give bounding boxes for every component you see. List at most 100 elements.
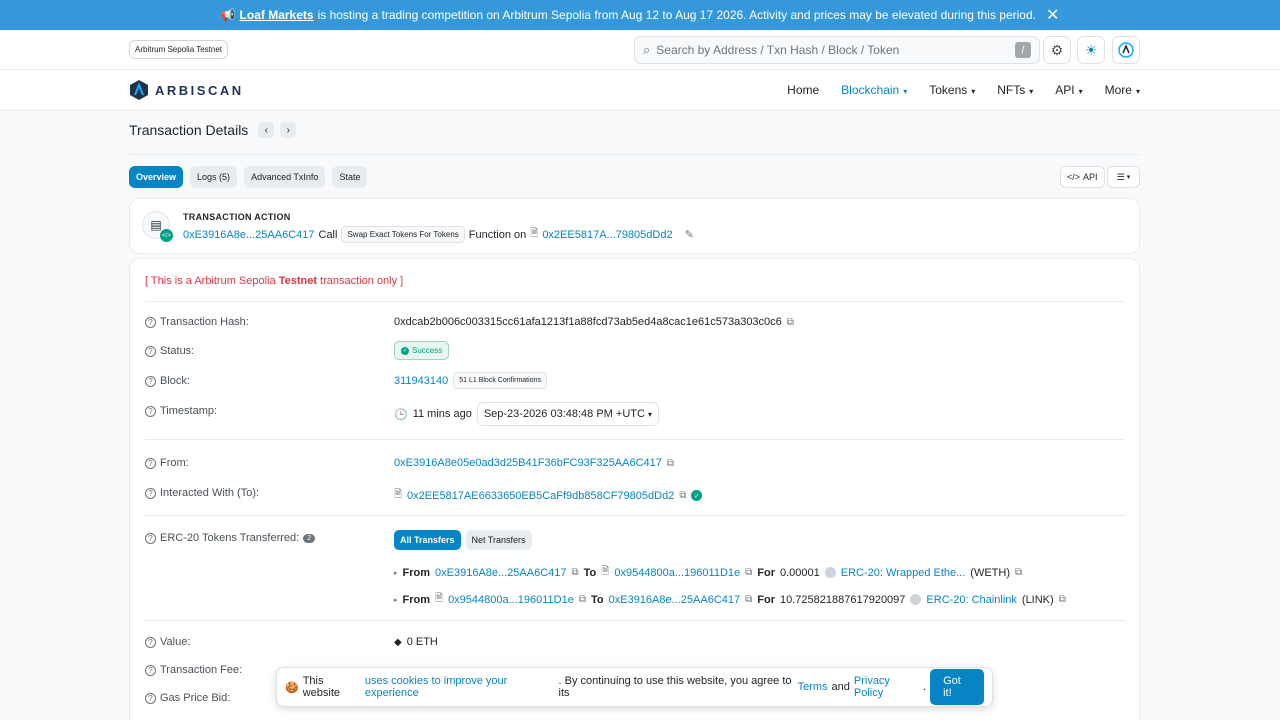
transaction-action-line: 0xE3916A8e...25AA6C417 Call Swap Exact T… — [183, 226, 694, 243]
previous-tx-button[interactable]: ‹ — [258, 122, 275, 138]
copy-icon[interactable]: ⧉ — [745, 594, 752, 605]
megaphone-icon: 📢 — [220, 8, 236, 22]
check-circle-icon: ✓ — [401, 346, 409, 355]
to-word: To — [591, 593, 604, 606]
transfer-token-symbol: (WETH) — [970, 566, 1011, 579]
edit-pencil-icon[interactable]: ✎ — [685, 228, 694, 241]
verified-check-icon: ✓ — [691, 490, 703, 501]
view-options-button[interactable]: ☰ ▾ — [1107, 166, 1140, 188]
arbiscan-logo[interactable]: ARBISCAN — [129, 79, 244, 101]
copy-icon[interactable]: ⧉ — [572, 567, 579, 578]
help-icon[interactable]: ? — [145, 457, 156, 469]
copy-icon[interactable]: ⧉ — [1015, 567, 1022, 578]
help-icon[interactable]: ? — [145, 316, 156, 328]
divider — [145, 439, 1125, 440]
nav-item-home[interactable]: Home — [787, 83, 819, 97]
theme-toggle-sun-icon[interactable]: ☀ — [1077, 36, 1105, 64]
status-badge: ✓ Success — [394, 341, 450, 360]
action-from-address[interactable]: 0xE3916A8e...25AA6C417 — [183, 229, 315, 241]
transfer-to-link[interactable]: 0xE3916A8e...25AA6C417 — [609, 594, 741, 606]
transfer-token-link[interactable]: ERC-20: Wrapped Ethe... — [841, 567, 966, 579]
nav-item-api[interactable]: API ▾ — [1055, 83, 1082, 97]
copy-icon[interactable]: ⧉ — [787, 317, 794, 328]
copy-icon[interactable]: ⧉ — [667, 458, 674, 469]
timestamp-value: 🕒 11 mins ago Sep-23-2026 03:48:48 PM +U… — [394, 402, 660, 426]
banner-message: is hosting a trading competition on Arbi… — [317, 8, 1036, 22]
confirmations-badge: 51 L1 Block Confirmations — [453, 372, 547, 389]
divider — [145, 515, 1125, 516]
banner-brand-link[interactable]: Loaf Markets — [240, 8, 314, 22]
page-title: Transaction Details — [129, 122, 249, 138]
tab-state[interactable]: State — [332, 166, 368, 188]
to-row: ? Interacted With (To): — [145, 487, 259, 499]
copy-icon[interactable]: ⧉ — [579, 594, 586, 605]
api-button[interactable]: </> API — [1060, 166, 1105, 188]
copy-icon[interactable]: ⧉ — [679, 490, 686, 501]
transfer-token-link[interactable]: ERC-20: Chainlink — [926, 594, 1016, 606]
contract-file-icon: 🗎 — [601, 566, 610, 577]
all-transfers-button[interactable]: All Transfers — [394, 530, 461, 550]
fee-row: ? Transaction Fee: — [145, 664, 242, 676]
timestamp-dropdown[interactable]: Sep-23-2026 03:48:48 PM +UTC ▾ — [476, 402, 660, 426]
gas-price-row: ? Gas Price Bid: — [145, 692, 230, 704]
document-icon: ▤ </> — [142, 211, 173, 242]
from-value: 0xE3916A8e05e0ad3d25B41F36bFC93F325AA6C4… — [394, 457, 674, 469]
tx-hash-row: ? Transaction Hash: — [145, 316, 249, 328]
net-transfers-button[interactable]: Net Transfers — [465, 530, 532, 550]
arbitrum-network-icon[interactable] — [1112, 36, 1140, 64]
search-input[interactable]: ⌕ Search by Address / Txn Hash / Block /… — [634, 36, 1040, 64]
nav-item-blockchain[interactable]: Blockchain ▾ — [841, 83, 907, 97]
tab-bar: Overview Logs (5) Advanced TxInfo State — [129, 166, 368, 188]
value-row: ? Value: — [145, 636, 190, 648]
expand-caret-icon[interactable]: ▸ — [394, 596, 398, 604]
help-icon[interactable]: ? — [145, 345, 156, 357]
got-it-button[interactable]: Got it! — [930, 669, 984, 705]
close-icon[interactable]: ✕ — [1046, 5, 1059, 25]
help-icon[interactable]: ? — [145, 692, 156, 704]
copy-icon[interactable]: ⧉ — [1059, 594, 1066, 605]
timestamp-row: ? Timestamp: — [145, 405, 217, 417]
settings-gear-icon[interactable]: ⚙ — [1043, 36, 1071, 64]
to-address-link[interactable]: 0x2EE5817AE6633650EB5CaFf9db858CF79805dD… — [407, 490, 674, 502]
help-icon[interactable]: ? — [145, 487, 156, 499]
help-icon[interactable]: ? — [145, 664, 156, 676]
expand-caret-icon[interactable]: ▸ — [394, 569, 398, 577]
tab-advanced-txinfo[interactable]: Advanced TxInfo — [244, 166, 326, 188]
method-chip: Swap Exact Tokens For Tokens — [341, 226, 465, 243]
action-function-on-text: Function on — [468, 228, 527, 241]
help-icon[interactable]: ? — [145, 375, 156, 387]
network-badge[interactable]: Arbitrum Sepolia Testnet — [129, 40, 229, 59]
cookie-policy-link[interactable]: uses cookies to improve your experience — [365, 675, 555, 699]
to-word: To — [583, 566, 597, 579]
cookie-text: and — [831, 681, 850, 693]
next-tx-button[interactable]: › — [280, 122, 297, 138]
contract-file-icon: 🗎 — [394, 489, 403, 500]
for-word: For — [757, 566, 775, 579]
help-icon[interactable]: ? — [145, 405, 156, 417]
help-icon[interactable]: ? — [145, 636, 156, 648]
transfer-from-link[interactable]: 0x9544800a...196011D1e — [448, 594, 574, 606]
copy-icon[interactable]: ⧉ — [745, 567, 752, 578]
nav-item-nfts[interactable]: NFTs ▾ — [997, 83, 1033, 97]
transfer-to-link[interactable]: 0x9544800a...196011D1e — [614, 567, 740, 579]
cookie-icon: 🍪 — [285, 681, 299, 694]
tx-value: 0 ETH — [406, 636, 438, 648]
action-contract-address[interactable]: 0x2EE5817A...79805dDd2 — [542, 229, 672, 241]
transfer-from-link[interactable]: 0xE3916A8e...25AA6C417 — [435, 567, 567, 579]
nav-item-more[interactable]: More ▾ — [1105, 83, 1140, 97]
terms-link[interactable]: Terms — [798, 681, 828, 693]
tab-logs[interactable]: Logs (5) — [190, 166, 238, 188]
logo-text: ARBISCAN — [155, 82, 244, 98]
nav-item-tokens[interactable]: Tokens ▾ — [929, 83, 975, 97]
chevron-down-icon: ▾ — [1078, 87, 1083, 96]
from-address-link[interactable]: 0xE3916A8e05e0ad3d25B41F36bFC93F325AA6C4… — [394, 457, 662, 469]
divider — [145, 301, 1125, 302]
cookie-text: . By continuing to use this website, you… — [558, 675, 792, 699]
tab-overview[interactable]: Overview — [129, 166, 184, 188]
chevron-down-icon: ▾ — [648, 410, 653, 419]
block-number-link[interactable]: 311943140 — [394, 375, 448, 387]
help-icon[interactable]: ? — [145, 532, 156, 544]
top-bar: Arbitrum Sepolia Testnet ⌕ Search by Add… — [0, 30, 1280, 70]
privacy-policy-link[interactable]: Privacy Policy — [854, 675, 919, 699]
transfer-amount: 10.725821887617920097 — [780, 593, 906, 606]
